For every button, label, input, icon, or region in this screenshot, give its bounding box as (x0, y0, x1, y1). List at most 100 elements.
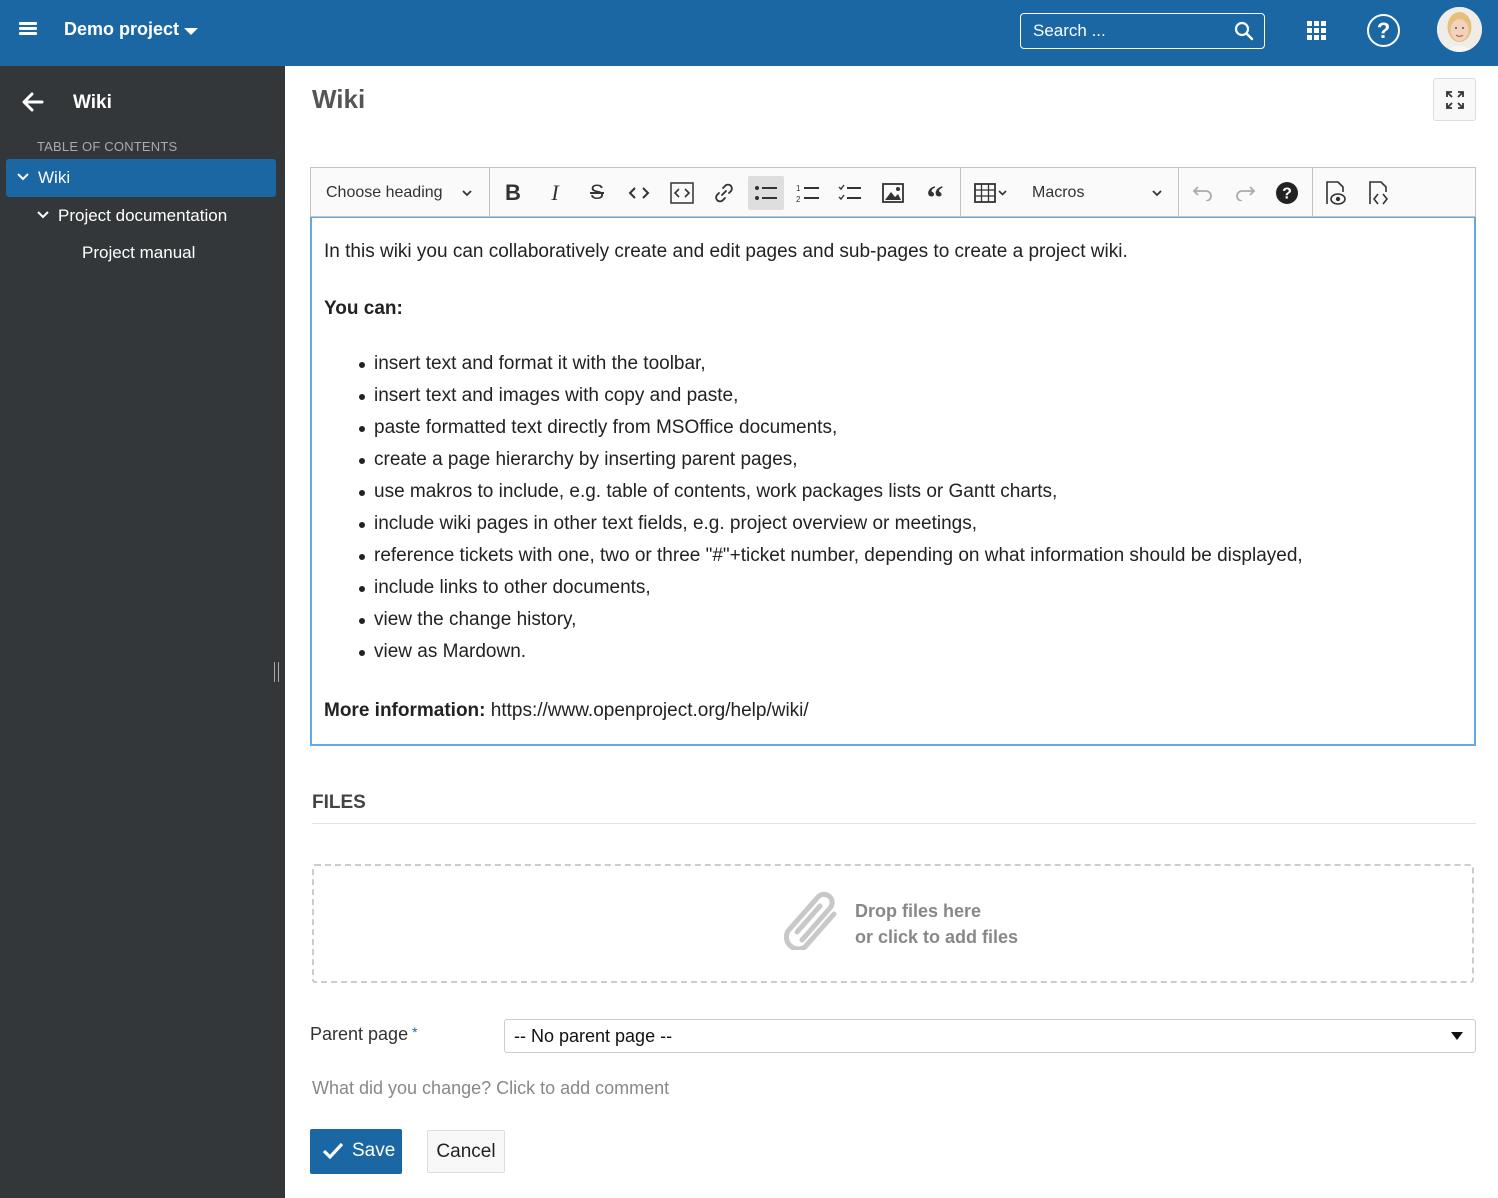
chevron-down-icon[interactable] (36, 208, 50, 222)
expand-icon (1446, 91, 1464, 109)
wiki-editor[interactable]: In this wiki you can collaboratively cre… (310, 217, 1476, 746)
svg-text:?: ? (1282, 186, 1292, 203)
cancel-button[interactable]: Cancel (427, 1130, 505, 1173)
list-item: insert text and images with copy and pas… (359, 386, 1303, 418)
features-list: insert text and format it with the toolb… (359, 354, 1303, 674)
chevron-down-icon (1152, 190, 1162, 197)
file-dropzone[interactable]: Drop files here or click to add files (312, 864, 1474, 983)
required-mark: * (412, 1024, 418, 1040)
parent-page-label-text: Parent page (310, 1024, 409, 1044)
divider (312, 823, 1476, 824)
toolbar-separator (1178, 168, 1179, 216)
undo-button[interactable] (1185, 176, 1221, 210)
redo-icon (1236, 186, 1256, 201)
sidebar-title: Wiki (73, 92, 112, 113)
user-photo-icon (1437, 7, 1482, 52)
toc-item-label: Wiki (38, 168, 71, 187)
svg-text:2: 2 (796, 195, 801, 203)
preview-button[interactable] (1318, 176, 1354, 210)
link-icon (715, 183, 733, 203)
todo-list-button[interactable] (832, 176, 868, 210)
menu-icon[interactable] (19, 22, 37, 36)
list-item: use makros to include, e.g. table of con… (359, 482, 1303, 514)
page-title: Wiki (312, 84, 366, 114)
toc-item-label: Project manual (82, 243, 196, 262)
toolbar-separator (960, 168, 961, 216)
back-arrow-icon[interactable] (22, 92, 44, 112)
list-item: view as Mardown. (359, 642, 1303, 674)
save-label: Save (352, 1140, 396, 1161)
macros-dropdown[interactable]: Macros (1032, 176, 1172, 210)
chevron-down-icon (462, 190, 472, 197)
heading-dropdown-label: Choose heading (326, 184, 443, 201)
numbered-list-icon: 12 (796, 184, 819, 203)
help-button[interactable]: ? (1269, 176, 1305, 210)
todo-list-icon (838, 184, 861, 201)
intro-paragraph: In this wiki you can collaboratively cre… (324, 241, 1128, 262)
fullscreen-button[interactable] (1433, 78, 1476, 121)
image-icon (882, 183, 904, 203)
dropzone-text: Drop files here or click to add files (855, 898, 1018, 950)
code-button[interactable] (621, 176, 657, 210)
modules-grid-icon[interactable] (1307, 21, 1326, 40)
strikethrough-icon: S (589, 181, 604, 204)
list-item: paste formatted text directly from MSOff… (359, 418, 1303, 450)
blockquote-button[interactable]: “ (917, 176, 953, 217)
more-info-label: More information: (324, 700, 486, 721)
caret-down-icon[interactable] (184, 28, 198, 35)
redo-button[interactable] (1227, 176, 1263, 210)
help-icon[interactable]: ? (1367, 14, 1400, 47)
parent-page-label: Parent page * (310, 1024, 418, 1045)
top-header: Demo project ? (0, 0, 1498, 66)
italic-button[interactable]: I (537, 176, 573, 210)
files-section-title: FILES (312, 792, 366, 813)
toolbar-separator (489, 168, 490, 216)
image-button[interactable] (875, 176, 911, 210)
question-circle-icon: ? (1276, 182, 1298, 204)
more-info-url[interactable]: https://www.openproject.org/help/wiki/ (491, 700, 809, 721)
code-icon (628, 187, 650, 199)
dropzone-line-1: Drop files here (855, 901, 982, 921)
bold-icon: B (505, 180, 521, 205)
add-comment-link[interactable]: What did you change? Click to add commen… (312, 1078, 669, 1099)
numbered-list-button[interactable]: 12 (790, 176, 826, 210)
toc-item-project-documentation[interactable]: Project documentation (36, 197, 227, 235)
toc-item-project-manual[interactable]: Project manual (82, 234, 195, 272)
code-block-icon (670, 182, 694, 204)
you-can-heading: You can: (324, 298, 403, 319)
code-block-button[interactable] (664, 176, 700, 210)
toc-item-wiki[interactable]: Wiki (6, 159, 276, 197)
toc-label: TABLE OF CONTENTS (37, 139, 178, 154)
sidebar: Wiki TABLE OF CONTENTS Wiki Project docu… (0, 66, 285, 1198)
avatar[interactable] (1437, 7, 1482, 52)
heading-dropdown[interactable]: Choose heading (326, 176, 476, 210)
toolbar-separator (1312, 168, 1313, 216)
svg-text:1: 1 (796, 184, 801, 193)
source-button[interactable] (1361, 176, 1397, 210)
undo-icon (1192, 186, 1212, 201)
strikethrough-button[interactable]: S (579, 176, 615, 210)
link-button[interactable] (706, 176, 742, 210)
chevron-down-icon[interactable] (16, 170, 30, 184)
preview-icon (1326, 181, 1346, 205)
editor-toolbar: Choose heading B I S 12 “ Macros ? (310, 167, 1476, 217)
search-input[interactable] (1021, 14, 1221, 48)
bulleted-list-button[interactable] (748, 176, 784, 210)
search-box (1020, 13, 1265, 49)
checkmark-icon (322, 1142, 344, 1160)
search-icon[interactable] (1234, 21, 1254, 41)
list-item: view the change history, (359, 610, 1303, 642)
save-button[interactable]: Save (310, 1129, 402, 1174)
caret-down-icon (1451, 1032, 1463, 1040)
more-info-paragraph: More information: https://www.openprojec… (324, 700, 809, 722)
project-selector[interactable]: Demo project (64, 19, 179, 40)
sidebar-resize-handle[interactable] (274, 662, 279, 682)
bold-button[interactable]: B (495, 176, 531, 210)
parent-page-select[interactable]: -- No parent page -- (504, 1019, 1476, 1053)
table-button[interactable] (967, 176, 1015, 210)
blockquote-icon: “ (926, 180, 944, 217)
bulleted-list-icon (755, 186, 777, 200)
list-item: include wiki pages in other text fields,… (359, 514, 1303, 546)
macros-dropdown-label: Macros (1032, 184, 1085, 201)
dropzone-line-2: or click to add files (855, 927, 1019, 947)
